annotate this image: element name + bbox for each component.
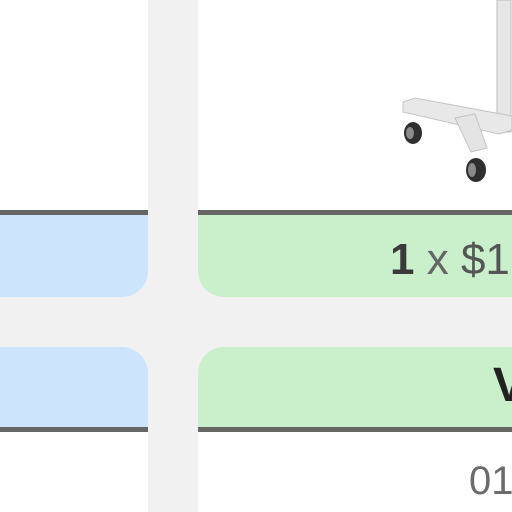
item-price: $1	[460, 235, 510, 284]
product-image[interactable]	[395, 0, 512, 190]
green-tile-lower[interactable]	[198, 347, 512, 427]
cart-screen: 1 x $1 V 01	[0, 0, 512, 512]
blue-tile-upper[interactable]	[0, 215, 148, 297]
times-symbol: x	[426, 235, 449, 284]
blue-tile-lower[interactable]	[0, 347, 148, 427]
item-date: 01	[469, 459, 512, 503]
item-quantity: 1	[390, 235, 415, 284]
right-column-bottom-panel	[198, 432, 512, 512]
item-price-line: 1 x $1	[390, 234, 510, 286]
mobile-desk-icon	[402, 0, 512, 182]
left-column-top-panel	[0, 0, 148, 212]
item-title: V	[493, 359, 512, 412]
left-column-bottom-panel	[0, 432, 148, 512]
